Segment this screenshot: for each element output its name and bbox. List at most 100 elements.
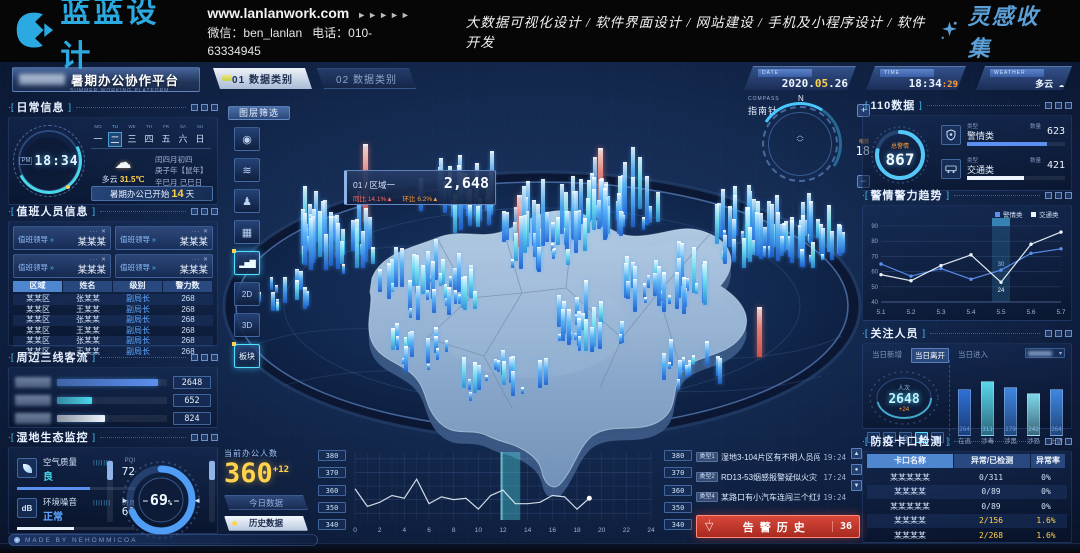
more-icon[interactable]: »	[50, 265, 54, 272]
window-minimize-icon[interactable]	[1045, 102, 1052, 109]
flow-value: 824	[173, 412, 211, 425]
time-plate: TIME 18:34:29	[866, 66, 966, 90]
svg-text:5.7: 5.7	[1056, 309, 1065, 316]
arrows-decoration: ►►►►►	[357, 10, 412, 20]
duty-leader-card: 值班领导»··· ✕某某某	[13, 254, 111, 278]
clock-period: PM	[19, 157, 32, 165]
more-icon[interactable]: »	[152, 237, 156, 244]
duty-leader-card: 值班领导»··· ✕某某某	[115, 254, 213, 278]
window-restore-icon[interactable]	[201, 104, 208, 111]
chevron-down-icon: ▾	[1059, 350, 1062, 357]
layer-button-板块[interactable]: 板块	[234, 344, 260, 368]
alert-scroll-icon[interactable]: ▼	[851, 480, 862, 491]
vehicle-icon	[941, 159, 961, 179]
window-minimize-icon[interactable]	[1045, 192, 1052, 199]
svg-text:6: 6	[427, 527, 431, 534]
layer-building-icon[interactable]: ▦	[234, 220, 260, 244]
gauge-slider-right[interactable]	[209, 460, 215, 522]
weather-text: 多云	[102, 175, 118, 184]
lanlan-logo-icon	[14, 10, 54, 52]
alert-row[interactable]: 类型1湿地3-104片区有不明人员闯入19:24	[696, 448, 846, 466]
decibel-icon: dB	[17, 498, 37, 518]
tab-data-category-1[interactable]: 01 数据类别	[213, 68, 312, 89]
inspiration-collect[interactable]: 灵感收集	[937, 0, 1060, 63]
flow-bar-row: 2648	[15, 374, 211, 390]
more-icon[interactable]: »	[50, 237, 54, 244]
wechat-label: 微信：ben_lanlan	[207, 26, 302, 40]
svg-text:5.2: 5.2	[906, 309, 915, 316]
alert-scroll-icon[interactable]: ▲	[851, 448, 862, 459]
office-stats: 当前办公人数 360+12 今日数据历史数据	[224, 448, 316, 542]
alert-row[interactable]: 类型2RD13-53烟感报警疑似火灾17:24	[696, 468, 846, 486]
duty-leader-card: 值班领导»··· ✕某某某	[13, 226, 111, 250]
focus-tab[interactable]: 当日新增	[869, 348, 905, 363]
window-restore-icon[interactable]	[1055, 330, 1062, 337]
data-category-tabs: 01 数据类别02 数据类别	[213, 68, 416, 89]
window-restore-icon[interactable]	[1055, 102, 1062, 109]
window-minimize-icon[interactable]	[191, 208, 198, 215]
dashboard-subtitle: SUMMER WORKING PLATFORM	[70, 88, 169, 94]
y-axis-chip: 360	[318, 485, 346, 496]
window-expand-icon[interactable]	[1065, 438, 1072, 445]
alarm-type-row: 类型警情类数量623	[941, 122, 1065, 150]
alert-row[interactable]: 类型4某路口有小汽车连闯三个红灯19:24	[696, 488, 846, 506]
panel-police-trend: ·[警情警力趋势] 908070605040警情类交通类30245.15.25.…	[862, 188, 1072, 321]
window-expand-icon[interactable]	[1065, 102, 1072, 109]
website-url[interactable]: www.lanlanwork.com	[207, 5, 349, 21]
alert-scroll-icon[interactable]: ●	[851, 464, 862, 475]
office-trend-chart: 380370360350340 024681012141618202224 38…	[318, 448, 694, 542]
window-restore-icon[interactable]	[201, 434, 208, 441]
gauge-right-marker[interactable]: ◄	[193, 496, 201, 505]
svg-text:22: 22	[623, 527, 631, 534]
window-expand-icon[interactable]	[211, 208, 218, 215]
window-minimize-icon[interactable]	[1045, 330, 1052, 337]
svg-text:14: 14	[524, 527, 532, 534]
svg-text:70: 70	[871, 254, 878, 260]
more-icon[interactable]: »	[152, 265, 156, 272]
window-restore-icon[interactable]	[1055, 192, 1062, 199]
window-minimize-icon[interactable]	[1045, 438, 1052, 445]
led-icon	[14, 537, 20, 543]
alarm-type-row: 类型交通类数量421	[941, 156, 1065, 184]
weather-label: WEATHER	[990, 69, 1044, 77]
cloud-icon: ☁	[95, 154, 151, 171]
window-restore-icon[interactable]	[201, 354, 208, 361]
svg-text:5.1: 5.1	[876, 309, 885, 316]
focus-range-dropdown[interactable]: ▾	[1025, 348, 1065, 358]
window-minimize-icon[interactable]	[191, 434, 198, 441]
weather-block: ☁ 多云 31.5℃	[95, 154, 151, 185]
weather-plate: WEATHER 多云 ☁	[976, 66, 1072, 90]
window-restore-icon[interactable]	[201, 208, 208, 215]
svg-text:20: 20	[598, 527, 606, 534]
window-restore-icon[interactable]	[1055, 438, 1062, 445]
duty-table-row: 某某区王某某副局长268	[13, 326, 213, 337]
window-minimize-icon[interactable]	[191, 104, 198, 111]
alarm-history-banner[interactable]: ▽! 告警历史 36	[696, 515, 860, 538]
layer-radar-icon[interactable]: ≋	[234, 158, 260, 182]
focus-gauge: 人次 2648 +24	[867, 366, 941, 430]
panel-title: 警情警力趋势	[871, 187, 943, 203]
date-label: DATE	[758, 69, 812, 77]
sparkle-icon	[937, 18, 962, 44]
office-button-历史数据[interactable]: 历史数据	[224, 516, 308, 531]
window-expand-icon[interactable]	[211, 354, 218, 361]
window-minimize-icon[interactable]	[191, 354, 198, 361]
layer-camera-icon[interactable]: ◉	[234, 127, 260, 151]
layer-people-icon[interactable]: ♟	[234, 189, 260, 213]
layer-button-2D[interactable]: 2D	[234, 282, 260, 306]
gauge-left-marker[interactable]: ►	[121, 496, 129, 505]
window-expand-icon[interactable]	[211, 104, 218, 111]
window-expand-icon[interactable]	[1065, 192, 1072, 199]
gauge-slider-left[interactable]	[107, 460, 113, 522]
layer-button-3D[interactable]: 3D	[234, 313, 260, 337]
redacted-city-name	[19, 74, 65, 85]
office-button-今日数据[interactable]: 今日数据	[224, 495, 308, 510]
logo: 蓝蓝设计	[14, 0, 187, 75]
focus-tab[interactable]: 当日离开	[911, 348, 949, 363]
window-expand-icon[interactable]	[211, 434, 218, 441]
logo-text: 蓝蓝设计	[60, 0, 187, 75]
total-alarm-gauge: 总警情867	[869, 124, 931, 186]
layer-bar-chart-icon[interactable]: ▂▅▇	[234, 251, 260, 275]
tab-data-category-2[interactable]: 02 数据类别	[317, 68, 416, 89]
window-expand-icon[interactable]	[1065, 330, 1072, 337]
